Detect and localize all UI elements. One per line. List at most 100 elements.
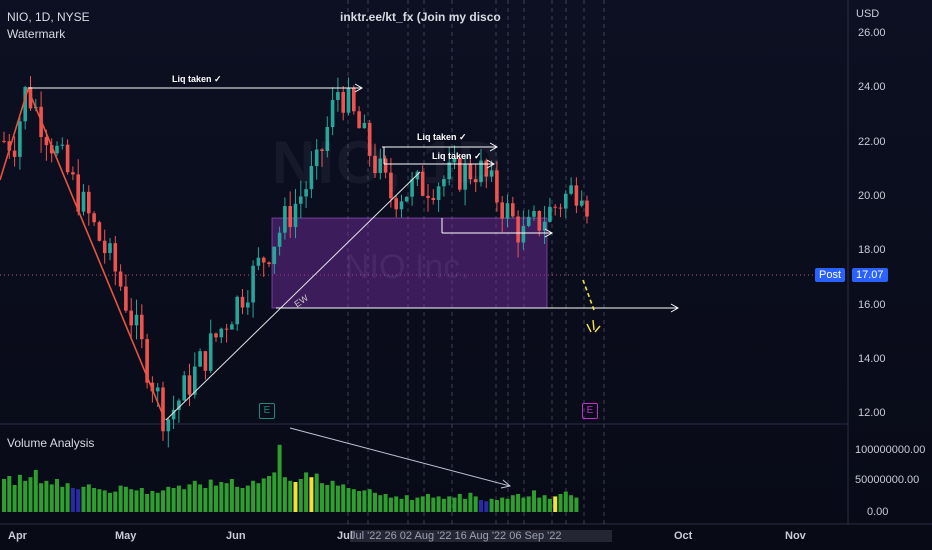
candle-body-52	[277, 232, 282, 247]
volume-bar-36	[192, 480, 197, 512]
candle-body-62	[330, 99, 335, 128]
swing-down-line	[0, 86, 166, 421]
volume-bar-42	[224, 483, 229, 512]
volume-bar-82	[436, 496, 441, 512]
title-link[interactable]: inktr.ee/kt_fx (Join my disco	[340, 10, 501, 24]
symbol-line[interactable]: NIO, 1D, NYSE	[7, 10, 90, 24]
volume-bar-75	[399, 498, 404, 512]
candle-body-49	[261, 257, 266, 263]
liq-taken-label-2: Liq taken ✓	[417, 132, 467, 142]
candle-body-21	[113, 243, 118, 272]
candle-body-63	[336, 92, 340, 100]
candle-body-30	[161, 387, 165, 432]
candle-body-17	[92, 213, 96, 223]
candle-body-16	[87, 191, 91, 214]
volume-bar-55	[293, 482, 298, 512]
projection-dashed-line	[582, 279, 595, 311]
volume-bar-31	[166, 486, 171, 512]
x-label-nov: Nov	[785, 530, 806, 542]
candle-body-50	[267, 262, 271, 265]
volume-bar-37	[198, 484, 203, 512]
volume-bar-46	[245, 485, 250, 512]
volume-bar-25	[134, 490, 139, 512]
candle-body-24	[129, 310, 133, 326]
candle-body-34	[182, 375, 186, 401]
volume-bar-32	[171, 488, 176, 512]
volume-bar-15	[81, 486, 86, 512]
volume-bar-48	[256, 483, 261, 512]
x-label-oct: Oct	[674, 530, 693, 542]
volume-bar-35	[187, 484, 192, 512]
volume-bar-40	[214, 485, 218, 512]
volume-bar-78	[415, 497, 420, 512]
candle-body-44	[235, 296, 239, 325]
volume-bar-80	[426, 494, 430, 512]
projection-sparkle	[586, 319, 601, 333]
earnings-icon-2[interactable]: E	[582, 403, 598, 419]
volume-bar-89	[473, 496, 478, 512]
x-label-jun: Jun	[226, 530, 246, 542]
volume-bar-20	[108, 492, 112, 512]
volume-bar-97	[516, 494, 521, 512]
volume-bar-99	[526, 496, 531, 512]
volume-bar-59	[314, 473, 319, 512]
earnings-icon-1[interactable]: E	[259, 403, 275, 419]
x-label-may: May	[115, 530, 137, 542]
volume-bar-96	[510, 495, 515, 512]
candle-body-26	[140, 314, 144, 340]
candle-body-37	[198, 351, 202, 367]
volume-bar-71	[378, 495, 383, 512]
candle-body-103	[548, 206, 552, 222]
candle-body-65	[346, 88, 351, 113]
volume-bar-107	[569, 495, 574, 512]
candle-body-48	[256, 257, 261, 266]
volume-bar-10	[55, 479, 59, 512]
volume-bar-62	[330, 480, 335, 512]
watermark-indicator-label[interactable]: Watermark	[7, 27, 65, 41]
volume-bar-22	[118, 485, 123, 512]
volume-bar-56	[298, 479, 303, 512]
volume-bar-52	[277, 444, 282, 512]
candle-body-96	[511, 203, 515, 217]
volume-bar-21	[113, 491, 118, 512]
volume-bar-6	[33, 470, 38, 512]
volume-bar-90	[479, 500, 483, 512]
y-tick-22: 22.00	[858, 136, 886, 148]
volume-bar-98	[521, 497, 526, 512]
y-tick-20: 20.00	[858, 190, 886, 202]
candle-body-107	[569, 185, 573, 194]
volume-bar-64	[341, 484, 346, 512]
volume-bar-11	[60, 486, 65, 512]
volume-bar-5	[28, 477, 33, 512]
volume-bar-58	[309, 477, 314, 512]
volume-bar-94	[500, 497, 505, 512]
volume-bar-49	[261, 478, 266, 512]
vol-tick-100m: 100000000.00	[855, 444, 926, 456]
volume-bar-63	[335, 485, 340, 512]
y-tick-14: 14.00	[858, 353, 886, 365]
candle-body-54	[288, 206, 292, 228]
candle-body-56	[299, 196, 303, 204]
volume-bar-100	[532, 490, 536, 512]
volume-bar-38	[203, 488, 208, 512]
liq-taken-label-3: Liq taken ✓	[432, 151, 482, 161]
candle-body-15	[81, 191, 86, 212]
volume-bar-43	[229, 479, 234, 512]
volume-bar-45	[240, 488, 245, 512]
volume-bar-8	[44, 480, 49, 512]
volume-bar-86	[457, 494, 462, 512]
candle-body-45	[240, 296, 245, 308]
volume-bar-103	[547, 498, 552, 512]
candle-body-108	[574, 185, 579, 206]
volume-bar-88	[468, 492, 473, 512]
candle-body-47	[251, 265, 255, 303]
candle-body-101	[537, 210, 542, 231]
candle-body-67	[357, 111, 361, 129]
volume-bar-70	[373, 492, 377, 512]
candle-body-31	[166, 419, 171, 432]
volume-bar-85	[452, 497, 457, 512]
candle-body-75	[399, 201, 404, 210]
candle-body-100	[532, 210, 536, 217]
volume-panel-title[interactable]: Volume Analysis	[7, 436, 94, 450]
candle-body-106	[564, 193, 568, 209]
